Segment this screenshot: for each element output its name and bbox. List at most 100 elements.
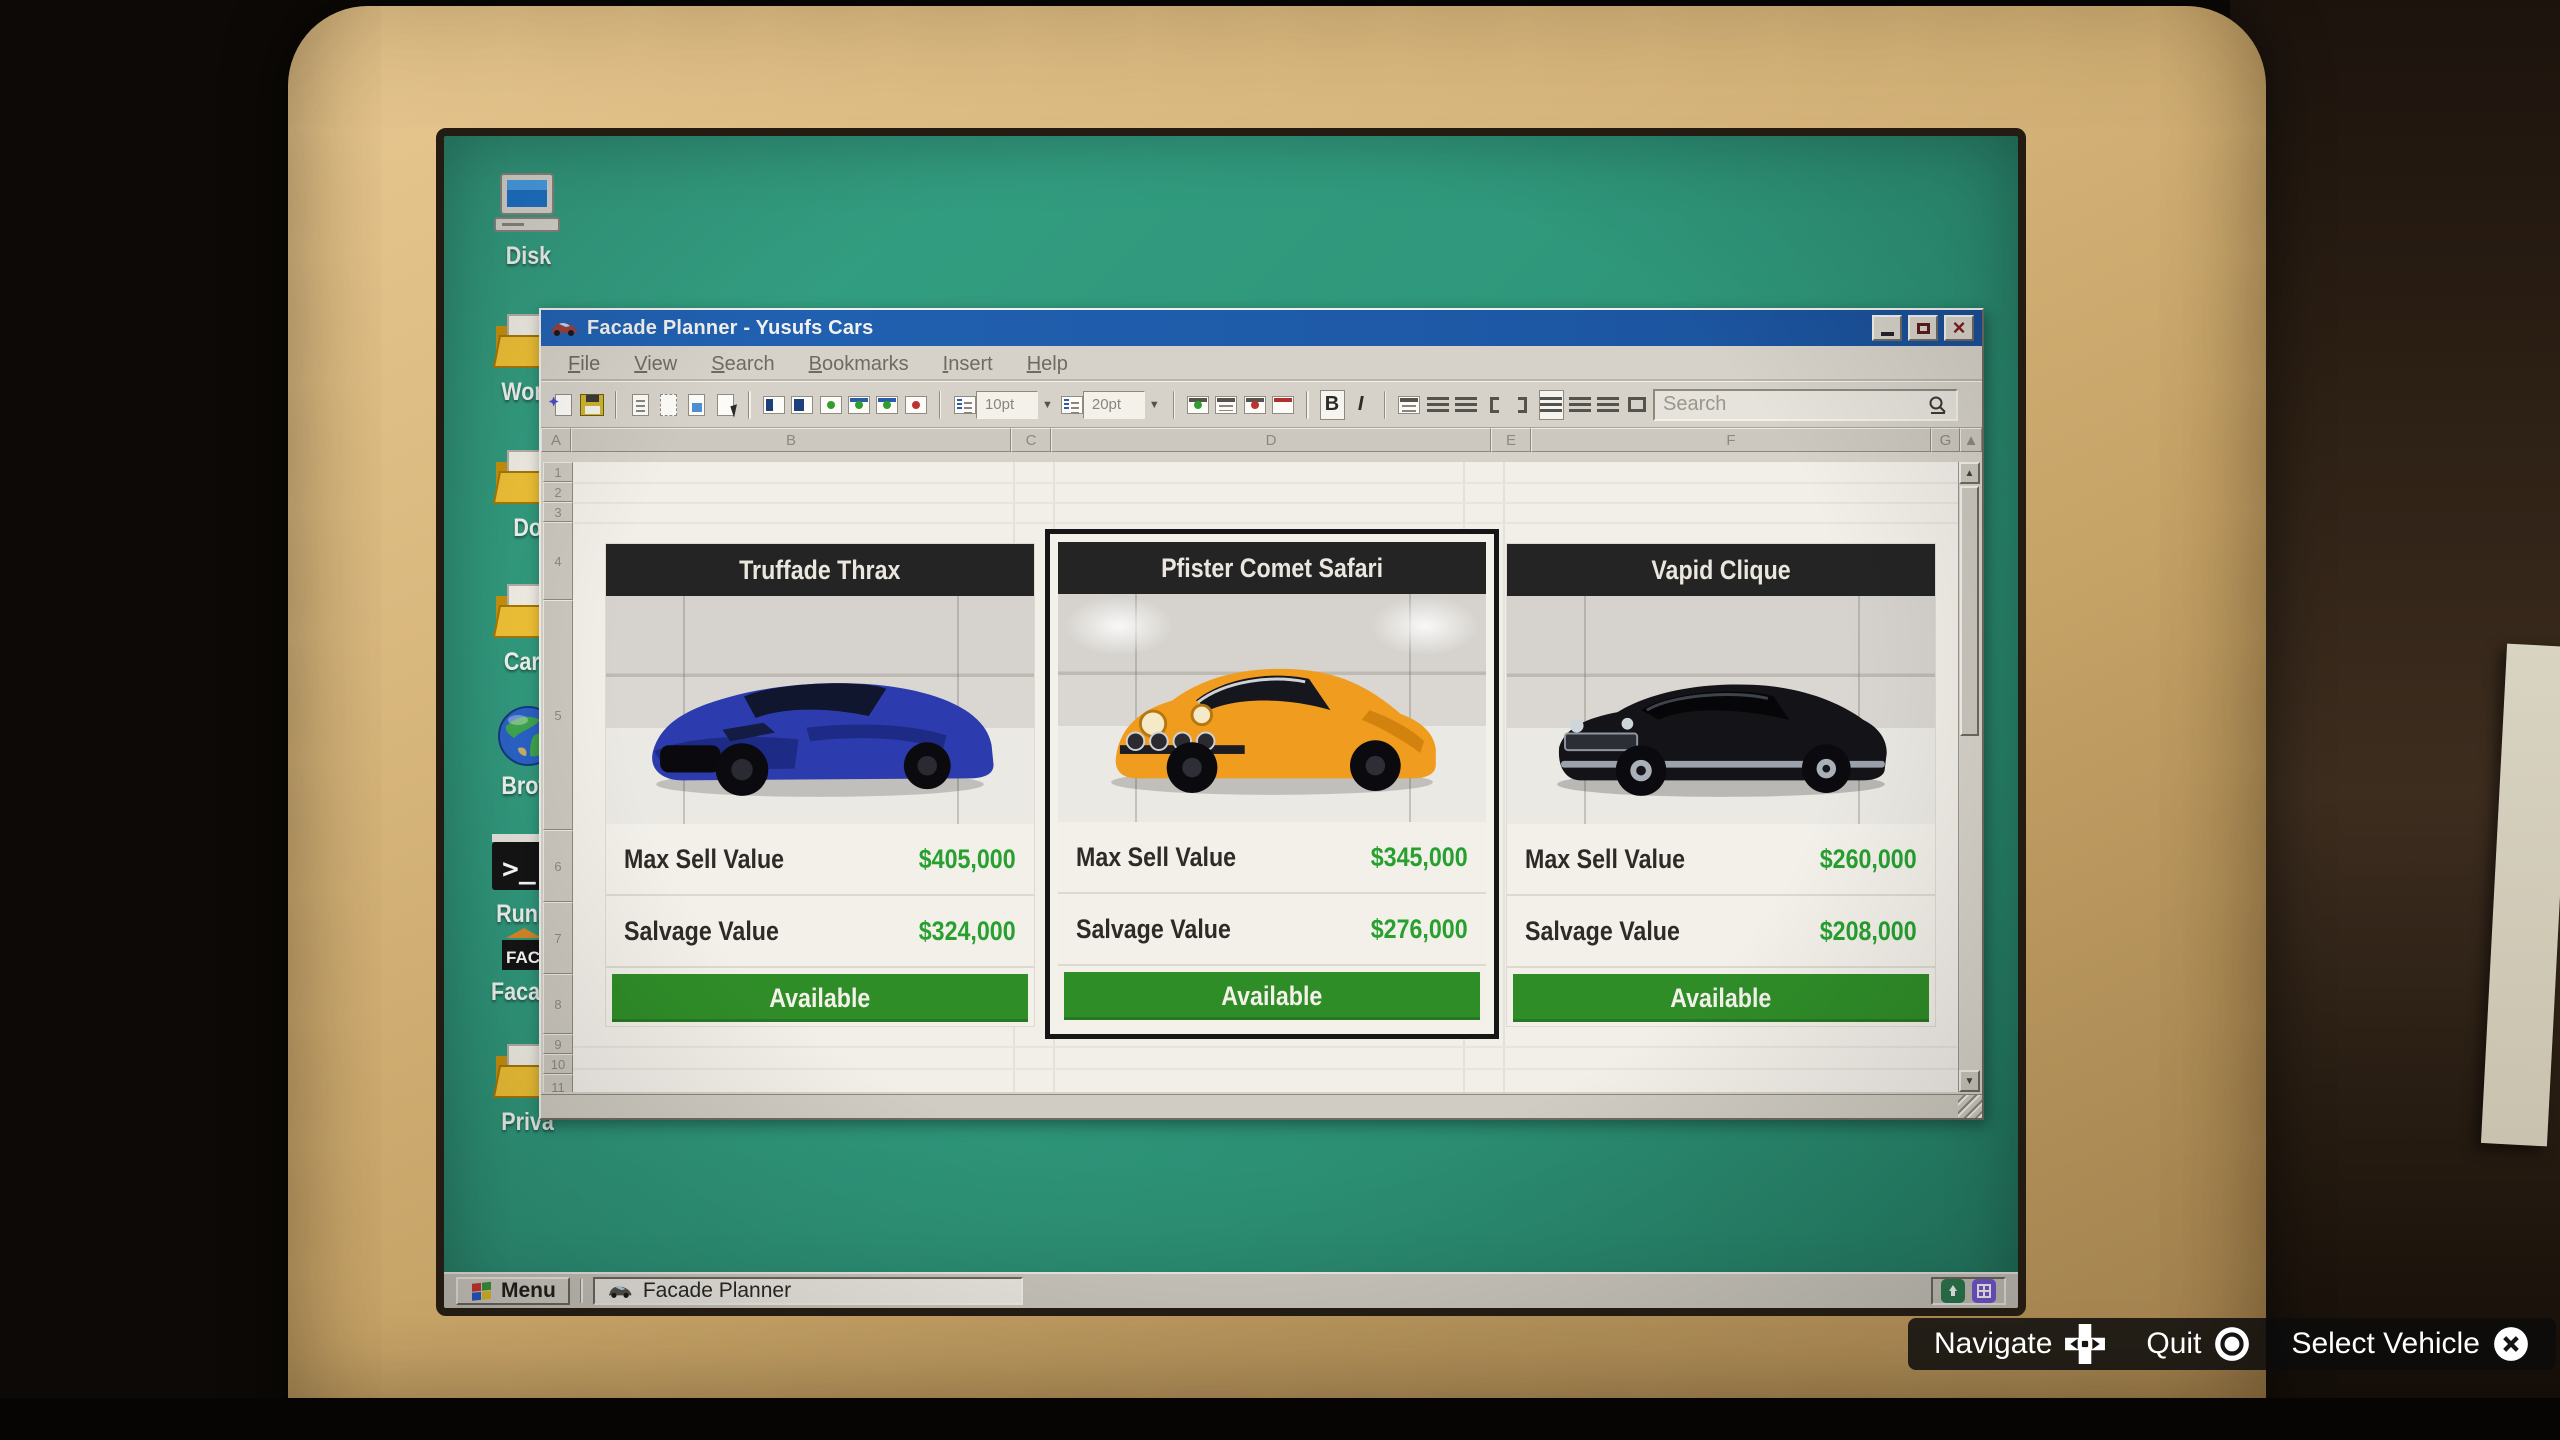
row-header[interactable]: 10: [543, 1054, 573, 1074]
document-image-button[interactable]: [685, 390, 709, 420]
font-size-large-value: 20pt: [1082, 390, 1145, 419]
available-button[interactable]: Available: [1513, 974, 1929, 1022]
menu-file[interactable]: File: [551, 353, 617, 376]
resize-grip[interactable]: [1958, 1095, 1982, 1118]
vehicle-name: Vapid Clique: [1651, 554, 1791, 585]
taskbar-separator: [579, 1279, 583, 1303]
bracket-open-button[interactable]: [1482, 390, 1506, 420]
column-style-1-icon: [762, 395, 785, 414]
tray-recycle-icon[interactable]: [1941, 1279, 1965, 1303]
new-document-button[interactable]: [548, 390, 575, 420]
column-header-a[interactable]: A: [541, 428, 571, 452]
align-lines-3-button[interactable]: [1568, 390, 1592, 420]
row-header[interactable]: 6: [543, 830, 573, 902]
available-button[interactable]: Available: [1064, 972, 1480, 1020]
row-header[interactable]: 1: [543, 462, 573, 482]
table-style-2-icon: [1215, 395, 1238, 414]
document-cursor-button[interactable]: [713, 390, 741, 420]
table-style-2-button[interactable]: [1214, 390, 1238, 420]
status-badge: Available: [1670, 982, 1772, 1013]
font-size-large-dropdown[interactable]: 20pt ▼: [1060, 390, 1160, 420]
available-button[interactable]: Available: [612, 974, 1028, 1022]
menu-button[interactable]: Menu: [456, 1277, 570, 1305]
vehicle-name: Pfister Comet Safari: [1161, 552, 1383, 583]
menu-search[interactable]: Search: [694, 353, 791, 376]
column-header-d[interactable]: D: [1051, 428, 1491, 452]
maximize-button[interactable]: [1908, 315, 1938, 341]
window-title: Facade Planner - Yusufs Cars: [587, 316, 874, 339]
bold-button[interactable]: B: [1319, 389, 1345, 420]
search-input[interactable]: [1663, 393, 1928, 416]
scroll-up-arrow[interactable]: ▲: [1959, 462, 1980, 484]
align-lines-2-button[interactable]: [1454, 390, 1478, 420]
save-button[interactable]: [579, 390, 604, 420]
sheet-green-1-button[interactable]: [847, 390, 871, 420]
row-header[interactable]: 5: [543, 600, 573, 830]
toolbar-separator: [1383, 390, 1387, 419]
window-titlebar[interactable]: Facade Planner - Yusufs Cars ×: [541, 310, 1982, 346]
document-cursor-icon: [716, 393, 741, 418]
document-button[interactable]: [628, 390, 652, 420]
sheet-green-2-button[interactable]: [875, 390, 899, 420]
status-badge: Available: [769, 982, 871, 1013]
align-lines-4-button[interactable]: [1596, 390, 1620, 420]
italic-button[interactable]: I: [1349, 390, 1373, 420]
vehicle-image-pfister-comet-safari: [1058, 594, 1486, 822]
column-header-g[interactable]: G: [1931, 428, 1960, 452]
vehicle-card-vapid-clique[interactable]: Vapid Clique Max Sell Value $260,000 Sal…: [1507, 544, 1935, 1026]
scroll-thumb[interactable]: [1960, 486, 1979, 736]
grid-view-button[interactable]: [1397, 390, 1421, 420]
hint-label: Select Vehicle: [2291, 1327, 2480, 1360]
row-header[interactable]: 3: [543, 502, 573, 522]
table-style-4-icon: [1272, 395, 1295, 414]
minimize-button[interactable]: [1872, 315, 1902, 341]
font-size-small-dropdown[interactable]: 10pt ▼: [953, 390, 1053, 420]
menu-view[interactable]: View: [617, 353, 694, 376]
table-style-1-button[interactable]: [1186, 390, 1210, 420]
menu-insert[interactable]: Insert: [926, 353, 1010, 376]
vehicle-card-pfister-comet-safari[interactable]: Pfister Comet Safari Max Sell Value $345…: [1058, 542, 1486, 1026]
column-style-2-button[interactable]: [790, 390, 814, 420]
desktop-icon-disk[interactable]: Disk: [448, 166, 608, 271]
column-header-e[interactable]: E: [1491, 428, 1531, 452]
cell-red-button[interactable]: [903, 390, 927, 420]
table-style-3-button[interactable]: [1243, 390, 1267, 420]
scroll-up-button[interactable]: ▲: [1960, 428, 1982, 452]
document-icon: [631, 393, 649, 416]
box-outline-button[interactable]: [1625, 390, 1649, 420]
close-button[interactable]: ×: [1944, 315, 1974, 341]
align-selected-button[interactable]: [1538, 389, 1564, 420]
column-header-row: A B C D E F G ▲: [541, 428, 1982, 452]
column-header-b[interactable]: B: [571, 428, 1011, 452]
row-header[interactable]: 2: [543, 482, 573, 502]
column-header-c[interactable]: C: [1011, 428, 1051, 452]
task-facade-planner[interactable]: Facade Planner: [592, 1277, 1023, 1305]
vehicle-card-truffade-thrax[interactable]: Truffade Thrax Max Sell Value $405,000 S…: [606, 544, 1034, 1026]
vertical-scrollbar[interactable]: ▲ ▼: [1958, 462, 1980, 1092]
row-header[interactable]: 7: [543, 902, 573, 974]
column-header-f[interactable]: F: [1531, 428, 1931, 452]
car-icon: [551, 322, 577, 336]
row-header[interactable]: 8: [543, 974, 573, 1034]
row-header[interactable]: 4: [543, 522, 573, 600]
minimize-icon: [1880, 332, 1894, 336]
table-style-4-button[interactable]: [1271, 390, 1295, 420]
row-header[interactable]: 9: [543, 1034, 573, 1054]
bottom-shadow: [0, 1398, 2560, 1440]
cell-green-button[interactable]: [818, 390, 842, 420]
tray-window-icon[interactable]: [1972, 1279, 1996, 1303]
gridline: [573, 522, 1958, 524]
svg-text:FAC: FAC: [506, 948, 540, 967]
salvage-label: Salvage Value: [624, 915, 779, 946]
menu-help[interactable]: Help: [1010, 353, 1085, 376]
column-style-1-button[interactable]: [762, 390, 786, 420]
row-header[interactable]: 11: [543, 1074, 573, 1092]
chevron-down-icon: ▼: [1041, 398, 1053, 411]
scroll-down-arrow[interactable]: ▼: [1959, 1070, 1980, 1092]
cell-green-icon: [819, 395, 842, 414]
menu-bookmarks[interactable]: Bookmarks: [792, 353, 926, 376]
x-button-icon: [2494, 1327, 2528, 1361]
align-lines-1-button[interactable]: [1425, 390, 1449, 420]
bracket-close-button[interactable]: [1511, 390, 1535, 420]
document-dashed-button[interactable]: [656, 390, 680, 420]
